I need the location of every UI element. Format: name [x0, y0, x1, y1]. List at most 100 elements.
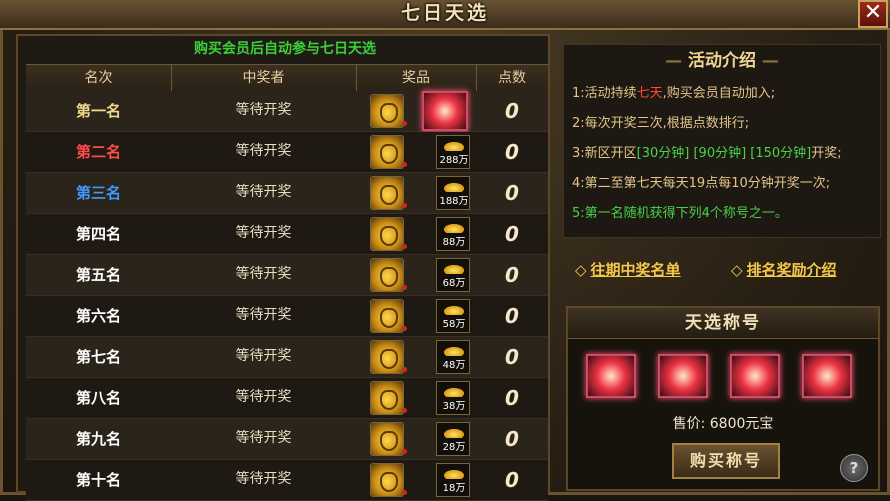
gold-coins-icon — [444, 470, 464, 479]
gold-prize-icon[interactable]: 68万 — [436, 258, 470, 292]
rank-rewards-link[interactable]: ◇ 排名奖励介绍 — [731, 258, 837, 282]
rank-label: 第九名 — [75, 430, 121, 448]
gold-coins-icon — [444, 347, 464, 356]
gold-amount: 38万 — [442, 401, 466, 412]
title-option-1-icon[interactable] — [586, 354, 636, 398]
table-row: 第九名 等待开奖 28万 0 — [26, 419, 548, 460]
gold-amount: 48万 — [442, 360, 466, 371]
price-label: 售价: 6800元宝 — [672, 416, 774, 432]
header-rank: 名次 — [84, 70, 113, 86]
gold-amount: 288万 — [439, 155, 469, 166]
diamond-icon: ◇ — [575, 261, 587, 279]
gold-prize-icon[interactable]: 18万 — [436, 463, 470, 497]
money-bag-icon[interactable] — [370, 463, 404, 497]
window-title: 七日天选 — [400, 2, 489, 24]
gold-prize-icon[interactable]: 288万 — [436, 135, 470, 169]
red-dot-icon — [402, 203, 407, 208]
gold-amount: 88万 — [442, 237, 466, 248]
notice-text: 购买会员后自动参与七日天选 — [194, 41, 376, 57]
winner-label: 等待开奖 — [235, 348, 292, 364]
activity-panel: — 活动介绍 — 1:活动持续七天,购买会员自动加入; 2:每次开奖三次,根据点… — [563, 44, 881, 238]
history-winners-link[interactable]: ◇ 往期中奖名单 — [575, 258, 681, 282]
help-icon[interactable]: ? — [840, 454, 868, 482]
winner-label: 等待开奖 — [235, 225, 292, 241]
money-bag-icon[interactable] — [370, 381, 404, 415]
money-bag-icon[interactable] — [370, 176, 404, 210]
header-points: 点数 — [498, 70, 526, 86]
title-shop-panel: 天选称号 售价: 6800元宝 购买称号 ? — [566, 306, 880, 491]
rule-3: 3:新区开区[30分钟] [90分钟] [150分钟]开奖; — [572, 146, 842, 161]
gold-amount: 28万 — [442, 442, 466, 453]
gold-prize-icon[interactable]: 88万 — [436, 217, 470, 251]
red-dot-icon — [402, 408, 407, 413]
points-value: 0 — [505, 181, 519, 205]
points-value: 0 — [505, 468, 519, 492]
winner-label: 等待开奖 — [235, 266, 292, 282]
gold-prize-icon[interactable]: 38万 — [436, 381, 470, 415]
table-header: 名次 中奖者 奖品 点数 — [26, 64, 548, 92]
rank-label: 第十名 — [75, 471, 121, 489]
title-option-2-icon[interactable] — [658, 354, 708, 398]
table-row: 第二名 等待开奖 288万 0 — [26, 132, 548, 173]
rank-label: 第一名 — [75, 102, 121, 120]
gold-coins-icon — [444, 183, 464, 192]
rank-label: 第三名 — [75, 184, 121, 202]
activity-title: — 活动介绍 — — [665, 51, 779, 71]
gold-amount: 68万 — [442, 278, 466, 289]
red-dot-icon — [402, 449, 407, 454]
points-value: 0 — [505, 345, 519, 369]
rank-label: 第八名 — [75, 389, 121, 407]
table-row: 第八名 等待开奖 38万 0 — [26, 378, 548, 419]
points-value: 0 — [505, 386, 519, 410]
rank-label: 第六名 — [75, 307, 121, 325]
winner-label: 等待开奖 — [235, 307, 292, 323]
money-bag-icon[interactable] — [370, 299, 404, 333]
ranking-rows: 第一名 等待开奖 0 第二名 等待开奖 288万 0 第三名 等待开奖 188万 0 第四名 等待开奖 8… — [26, 91, 548, 501]
rule-1: 1:活动持续七天,购买会员自动加入; — [572, 86, 776, 101]
winner-label: 等待开奖 — [235, 143, 292, 159]
gold-amount: 58万 — [442, 319, 466, 330]
red-dot-icon — [402, 121, 407, 126]
rule-5: 5:第一名随机获得下列4个称号之一。 — [572, 206, 788, 221]
close-button[interactable]: ✕ — [858, 0, 888, 28]
column-divider — [356, 65, 357, 91]
red-dot-icon — [402, 162, 407, 167]
title-option-3-icon[interactable] — [730, 354, 780, 398]
column-divider — [476, 65, 477, 91]
gold-amount: 18万 — [442, 483, 466, 494]
gold-prize-icon[interactable]: 188万 — [436, 176, 470, 210]
winner-label: 等待开奖 — [235, 102, 292, 118]
buy-title-button[interactable]: 购买称号 — [672, 443, 780, 479]
gold-prize-icon[interactable]: 48万 — [436, 340, 470, 374]
rank-label: 第二名 — [75, 143, 121, 161]
gold-prize-icon[interactable]: 58万 — [436, 299, 470, 333]
gold-coins-icon — [444, 265, 464, 274]
title-option-4-icon[interactable] — [802, 354, 852, 398]
money-bag-icon[interactable] — [370, 94, 404, 128]
money-bag-icon[interactable] — [370, 135, 404, 169]
rank-label: 第七名 — [75, 348, 121, 366]
winner-label: 等待开奖 — [235, 184, 292, 200]
header-prize: 奖品 — [402, 70, 430, 86]
money-bag-icon[interactable] — [370, 340, 404, 374]
rule-4: 4:第二至第七天每天19点每10分钟开奖一次; — [572, 176, 831, 191]
links-bar: ◇ 往期中奖名单 ◇ 排名奖励介绍 — [575, 258, 885, 282]
column-divider — [171, 65, 172, 91]
title-prize-icon[interactable] — [422, 91, 468, 131]
money-bag-icon[interactable] — [370, 422, 404, 456]
red-dot-icon — [402, 326, 407, 331]
points-value: 0 — [505, 140, 519, 164]
table-row: 第三名 等待开奖 188万 0 — [26, 173, 548, 214]
diamond-icon: ◇ — [731, 261, 743, 279]
money-bag-icon[interactable] — [370, 258, 404, 292]
gold-coins-icon — [444, 224, 464, 233]
rule-2: 2:每次开奖三次,根据点数排行; — [572, 116, 750, 131]
title-shop-title: 天选称号 — [685, 313, 761, 333]
points-value: 0 — [505, 263, 519, 287]
winner-label: 等待开奖 — [235, 389, 292, 405]
gold-coins-icon — [444, 388, 464, 397]
points-value: 0 — [505, 427, 519, 451]
gold-prize-icon[interactable]: 28万 — [436, 422, 470, 456]
title-bar: 七日天选 ✕ — [0, 0, 890, 30]
money-bag-icon[interactable] — [370, 217, 404, 251]
